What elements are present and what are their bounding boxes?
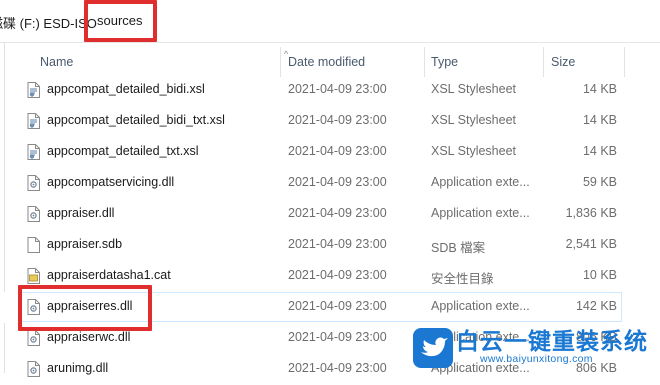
file-name: appraiserwc.dll [47, 330, 131, 344]
column-divider[interactable] [624, 47, 625, 77]
file-row[interactable]: appcompat_detailed_txt.xsl 2021-04-09 23:… [0, 137, 660, 168]
file-size: 14 KB [582, 82, 617, 96]
watermark: 白云一键重装系统 www.baiyunxitong.com [403, 326, 660, 373]
file-date: 2021-04-09 23:00 [288, 330, 387, 344]
file-size: 142 KB [575, 299, 617, 313]
file-size: 2,541 KB [565, 237, 617, 251]
file-date: 2021-04-09 23:00 [288, 82, 387, 96]
file-date: 2021-04-09 23:00 [288, 268, 387, 282]
xsl-file-icon [27, 113, 40, 129]
watermark-url-text: www.baiyunxitong.com [480, 353, 593, 365]
blank-file-icon [27, 237, 40, 253]
column-header-type[interactable]: Type [431, 55, 458, 69]
dll-file-icon [27, 175, 40, 191]
file-row[interactable]: appcompatservicing.dll 2021-04-09 23:00 Ap… [0, 168, 660, 199]
file-type: Application exte... [431, 299, 530, 313]
xsl-file-icon [27, 144, 40, 160]
file-date: 2021-04-09 23:00 [288, 113, 387, 127]
file-date: 2021-04-09 23:00 [288, 237, 387, 251]
file-row[interactable]: appcompat_detailed_bidi.xsl 2021-04-09 23… [0, 75, 660, 106]
file-type: 安全性目錄 [431, 272, 494, 286]
file-size: 14 KB [582, 113, 617, 127]
dll-file-icon [27, 330, 40, 346]
dll-file-icon [27, 361, 40, 377]
file-type: XSL Stylesheet [431, 113, 517, 127]
file-row[interactable]: appraiser.sdb 2021-04-09 23:00 SDB 檔案 2,541… [0, 230, 660, 261]
dll-file-icon [27, 206, 40, 222]
column-header-name[interactable]: Name [40, 55, 73, 69]
file-size: 59 KB [582, 175, 617, 189]
file-type: XSL Stylesheet [431, 144, 517, 158]
column-divider[interactable] [280, 47, 281, 77]
column-header-date[interactable]: Date modified [288, 55, 365, 69]
column-divider[interactable] [543, 47, 544, 77]
column-header: Name ^ Date modified Type Size [0, 47, 660, 77]
file-name: appcompat_detailed_bidi.xsl [47, 82, 205, 96]
file-name: appraiserdatasha1.cat [47, 268, 171, 282]
red-highlight-box-file [18, 285, 152, 331]
file-size: 14 KB [582, 144, 617, 158]
watermark-brand-text: 白云一键重装系统 [456, 328, 648, 354]
xsl-file-icon [27, 82, 40, 98]
file-size: 10 KB [582, 268, 617, 282]
file-name: appraiser.sdb [47, 237, 123, 251]
file-name: appraiser.dll [47, 206, 115, 220]
file-type: XSL Stylesheet [431, 82, 517, 96]
bird-logo-icon [413, 328, 453, 368]
file-type: SDB 檔案 [431, 241, 486, 255]
cat-file-icon [27, 268, 40, 284]
file-name: appcompat_detailed_txt.xsl [47, 144, 199, 158]
file-name: appcompatservicing.dll [47, 175, 175, 189]
column-header-size[interactable]: Size [551, 55, 575, 69]
red-highlight-box-address [84, 0, 157, 42]
file-row[interactable]: appcompat_detailed_bidi_txt.xsl 2021-04-0… [0, 106, 660, 137]
file-row[interactable]: appraiser.dll 2021-04-09 23:00 Application… [0, 199, 660, 230]
file-date: 2021-04-09 23:00 [288, 175, 387, 189]
file-name: appcompat_detailed_bidi_txt.xsl [47, 113, 225, 127]
file-date: 2021-04-09 23:00 [288, 299, 387, 313]
column-divider[interactable] [424, 47, 425, 77]
file-date: 2021-04-09 23:00 [288, 144, 387, 158]
file-type: Application exte... [431, 175, 530, 189]
file-date: 2021-04-09 23:00 [288, 206, 387, 220]
file-type: Application exte... [431, 206, 530, 220]
file-size: 1,836 KB [565, 206, 617, 220]
